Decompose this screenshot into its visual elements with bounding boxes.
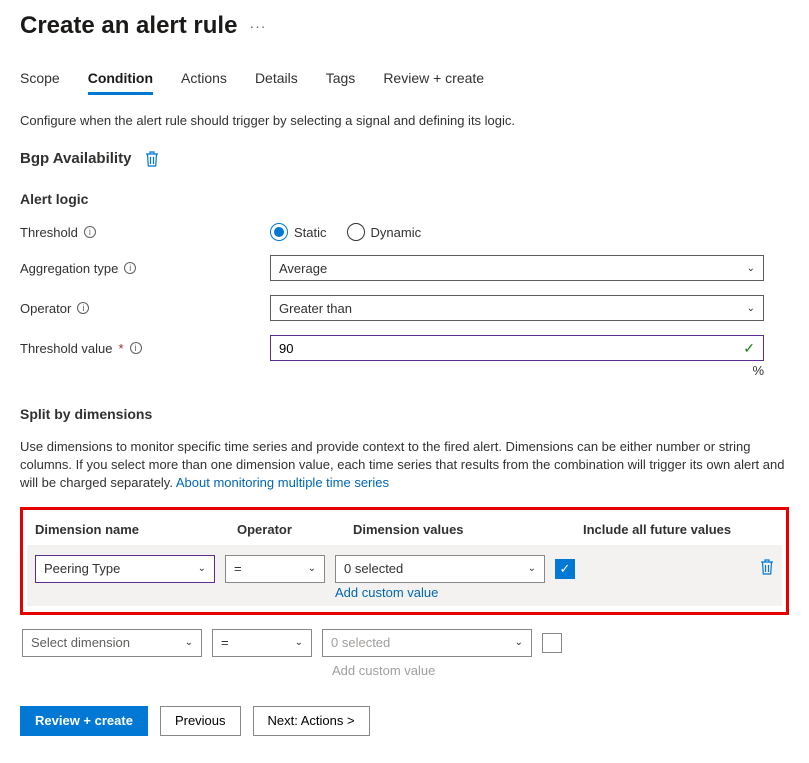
dimensions-highlighted-box: Dimension name Operator Dimension values… xyxy=(20,507,789,615)
valid-check-icon: ✓ xyxy=(743,340,755,357)
signal-name: Bgp Availability xyxy=(20,150,131,167)
col-dimension-values: Dimension values xyxy=(353,522,573,537)
chevron-down-icon: ⌄ xyxy=(528,563,536,574)
threshold-unit: % xyxy=(20,363,764,378)
operator-label: Operator xyxy=(20,301,71,316)
dimension-name-placeholder: Select dimension xyxy=(31,635,130,650)
operator-value: Greater than xyxy=(279,301,352,316)
col-operator: Operator xyxy=(237,522,343,537)
required-indicator: * xyxy=(119,341,124,356)
dimension-values-select[interactable]: 0 selected ⌄ xyxy=(335,555,545,583)
aggregation-type-select[interactable]: Average ⌄ xyxy=(270,255,764,281)
dimension-name-select[interactable]: Peering Type ⌄ xyxy=(35,555,215,583)
col-include-future: Include all future values xyxy=(583,522,774,537)
dimension-name-value: Peering Type xyxy=(44,561,120,576)
threshold-value-input[interactable] xyxy=(279,341,743,356)
tab-review-create[interactable]: Review + create xyxy=(383,70,484,95)
tab-description: Configure when the alert rule should tri… xyxy=(20,113,789,128)
aggregation-type-value: Average xyxy=(279,261,327,276)
chevron-down-icon: ⌄ xyxy=(747,303,755,314)
include-future-checkbox[interactable]: ✓ xyxy=(555,559,575,579)
operator-select[interactable]: Greater than ⌄ xyxy=(270,295,764,321)
dimension-values-placeholder: 0 selected xyxy=(331,635,390,650)
delete-dimension-row-icon[interactable] xyxy=(760,559,774,578)
tab-tags[interactable]: Tags xyxy=(326,70,356,95)
dimension-operator-value: = xyxy=(221,635,229,650)
threshold-value-label: Threshold value xyxy=(20,341,113,356)
dimension-operator-value: = xyxy=(234,561,242,576)
page-title: Create an alert rule xyxy=(20,12,237,40)
dimension-name-select-empty[interactable]: Select dimension ⌄ xyxy=(22,629,202,657)
threshold-label: Threshold xyxy=(20,225,78,240)
add-custom-value-link[interactable]: Add custom value xyxy=(335,585,774,600)
threshold-dynamic-label: Dynamic xyxy=(371,225,422,240)
dimension-operator-select[interactable]: = ⌄ xyxy=(225,555,325,583)
chevron-down-icon: ⌄ xyxy=(185,637,193,648)
monitoring-link[interactable]: About monitoring multiple time series xyxy=(176,475,389,490)
delete-signal-icon[interactable] xyxy=(145,151,159,167)
split-description: Use dimensions to monitor specific time … xyxy=(20,438,789,493)
tab-actions[interactable]: Actions xyxy=(181,70,227,95)
dimension-operator-select-empty[interactable]: = ⌄ xyxy=(212,629,312,657)
threshold-static-radio[interactable]: Static xyxy=(270,223,327,241)
chevron-down-icon: ⌄ xyxy=(747,263,755,274)
tab-details[interactable]: Details xyxy=(255,70,298,95)
include-future-checkbox-empty[interactable] xyxy=(542,633,562,653)
next-button[interactable]: Next: Actions > xyxy=(253,706,370,736)
dimension-values-value: 0 selected xyxy=(344,561,403,576)
tab-bar: Scope Condition Actions Details Tags Rev… xyxy=(20,70,789,95)
info-icon[interactable]: i xyxy=(130,342,142,354)
threshold-radio-group: Static Dynamic xyxy=(270,223,421,241)
threshold-static-label: Static xyxy=(294,225,327,240)
more-actions-icon[interactable]: ··· xyxy=(249,18,266,34)
info-icon[interactable]: i xyxy=(124,262,136,274)
dimension-values-select-empty[interactable]: 0 selected ⌄ xyxy=(322,629,532,657)
threshold-value-input-wrap: ✓ xyxy=(270,335,764,361)
add-custom-value-link-disabled: Add custom value xyxy=(332,663,789,678)
chevron-down-icon: ⌄ xyxy=(308,563,316,574)
tab-scope[interactable]: Scope xyxy=(20,70,60,95)
tab-condition[interactable]: Condition xyxy=(88,70,153,95)
chevron-down-icon: ⌄ xyxy=(515,637,523,648)
alert-logic-heading: Alert logic xyxy=(20,191,789,207)
review-create-button[interactable]: Review + create xyxy=(20,706,148,736)
previous-button[interactable]: Previous xyxy=(160,706,241,736)
chevron-down-icon: ⌄ xyxy=(295,637,303,648)
split-heading: Split by dimensions xyxy=(20,406,789,422)
threshold-dynamic-radio[interactable]: Dynamic xyxy=(347,223,422,241)
info-icon[interactable]: i xyxy=(77,302,89,314)
aggregation-type-label: Aggregation type xyxy=(20,261,118,276)
chevron-down-icon: ⌄ xyxy=(198,563,206,574)
info-icon[interactable]: i xyxy=(84,226,96,238)
col-dimension-name: Dimension name xyxy=(35,522,227,537)
